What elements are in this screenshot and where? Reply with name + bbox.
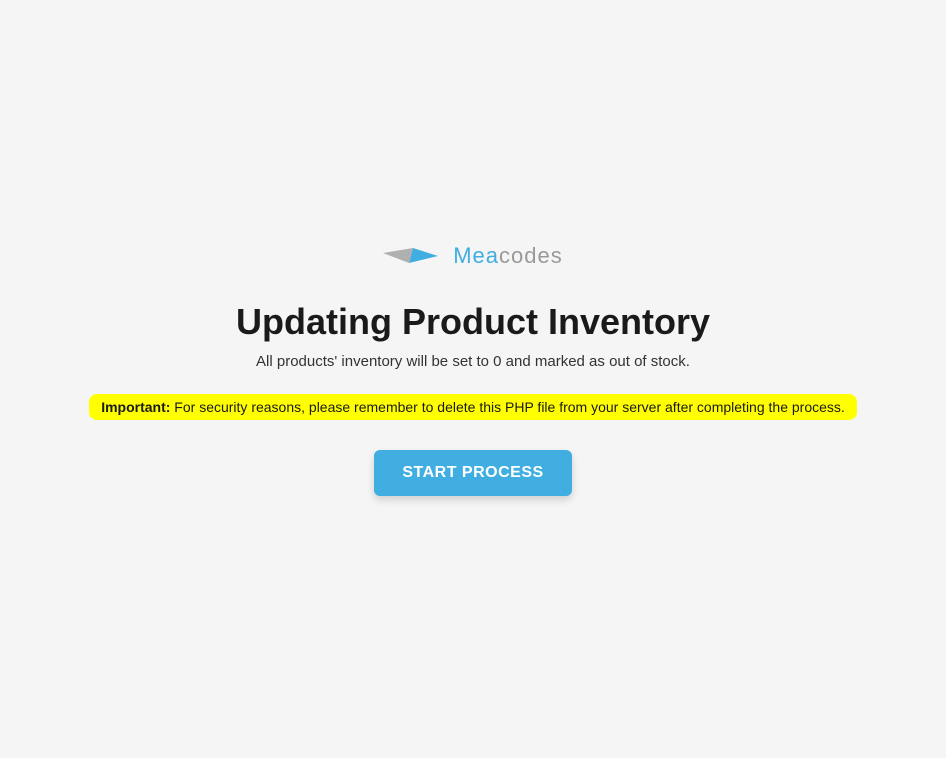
page-subtitle: All products' inventory will be set to 0…	[20, 353, 926, 370]
main-container: Meacodes Updating Product Inventory All …	[0, 243, 946, 758]
page-title: Updating Product Inventory	[20, 301, 926, 343]
start-process-button[interactable]: START PROCESS	[374, 450, 571, 496]
logo-text-brand-first: Mea	[453, 243, 499, 268]
warning-label: Important:	[101, 399, 170, 415]
logo-text: Meacodes	[453, 243, 563, 269]
logo-text-brand-second: codes	[499, 243, 563, 268]
warning-message: For security reasons, please remember to…	[170, 399, 844, 415]
warning-banner: Important: For security reasons, please …	[89, 394, 857, 420]
logo-triangles-icon	[383, 245, 443, 267]
brand-logo: Meacodes	[20, 243, 926, 269]
